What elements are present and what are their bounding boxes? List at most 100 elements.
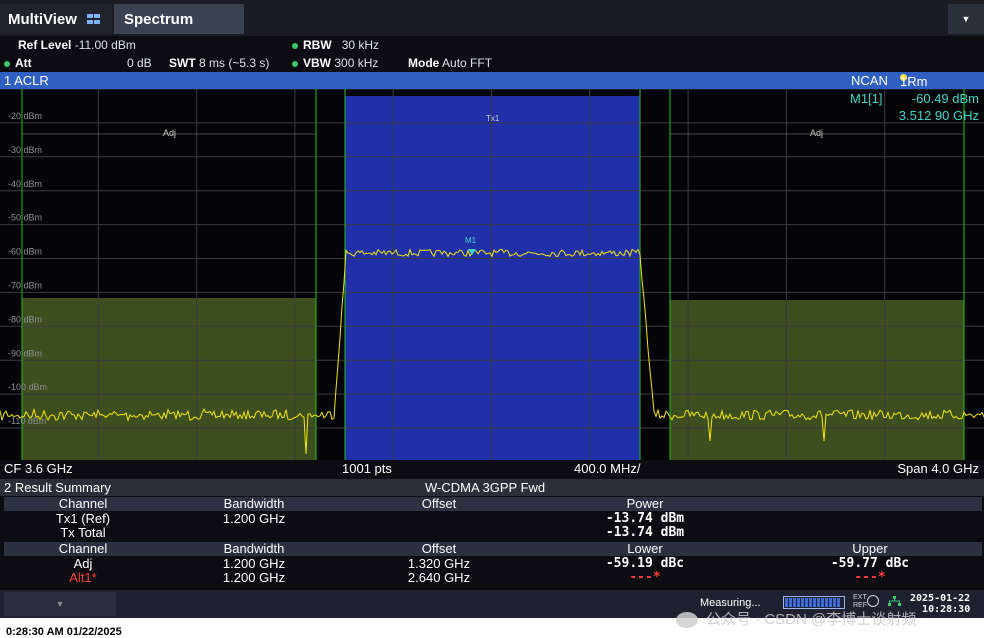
header-channel: Channel (58, 496, 108, 511)
row-tx1-bandwidth: 1.200 GHz (222, 511, 286, 526)
frequency-per-division: 400.0 MHz/ (574, 461, 641, 476)
swt-label: SWT (169, 56, 196, 70)
table-row: Alt1* 1.200 GHz 2.640 GHz ---* ---* (4, 571, 982, 585)
row-adj-offset: 1.320 GHz (407, 556, 471, 571)
marker-tag: M1 (465, 236, 477, 245)
header-bandwidth: Bandwidth (223, 496, 285, 511)
row-adj-upper: -59.77 dBc (830, 556, 910, 571)
marker-readout-label: M1[1] (850, 91, 883, 106)
watermark-logo-icon (676, 612, 698, 629)
adj-left-channel-label: Adj (163, 128, 176, 138)
swt[interactable]: SWT 8 ms (~5.3 s) (169, 56, 269, 70)
marker-readout-level: -60.49 dBm (912, 91, 979, 106)
ext-label: EXT (853, 594, 867, 601)
y-axis-label: -50 dBm (8, 213, 42, 223)
vbw-status-dot-icon (292, 60, 298, 67)
adj-right-channel-label: Adj (810, 128, 823, 138)
tx-channel-label: Tx1 (486, 114, 500, 123)
row-alt1-channel: Alt1* (69, 570, 97, 585)
table-row: Tx1 (Ref) 1.200 GHz -13.74 dBm (4, 512, 982, 526)
y-axis-label: -60 dBm (8, 247, 42, 257)
table-header-row: Channel Bandwidth Offset Power (4, 497, 982, 511)
ref-level[interactable]: Ref Level -11.00 dBm (18, 38, 136, 52)
table-row: Tx Total -13.74 dBm (4, 526, 982, 540)
spectrum-plot[interactable]: -20 dBm -30 dBm -40 dBm -50 dBm -60 dBm -70 d… (0, 89, 984, 460)
rbw-status-dot-icon (292, 42, 298, 49)
watermark-text: 公众号 · CSDN @李博士谈射频 (706, 611, 917, 628)
aclr-window-title[interactable]: 1 ACLR NCAN 1Rm Clrw (0, 72, 984, 104)
network-icon (888, 596, 901, 606)
att-status-dot-icon (4, 60, 10, 67)
y-axis-label: -40 dBm (8, 179, 42, 189)
header-offset: Offset (421, 496, 457, 511)
header2-channel: Channel (58, 541, 108, 556)
status-time: 10:28:30 (922, 604, 971, 615)
y-axis-label: -80 dBm (8, 314, 42, 324)
header2-lower: Lower (627, 541, 663, 556)
row-txtotal-channel: Tx Total (60, 525, 106, 540)
result-summary-title[interactable]: 2 Result Summary W-CDMA 3GPP Fwd (0, 479, 984, 496)
att-label: Att (15, 56, 32, 70)
ref-level-value: -11.00 dBm (74, 38, 136, 52)
tab-multiview-label: MultiView (8, 10, 77, 28)
rbw-label: RBW (303, 38, 332, 52)
att-value: 0 dB (127, 56, 152, 70)
row-alt1-bandwidth: 1.200 GHz (222, 570, 286, 585)
row-alt1-lower: ---* (629, 570, 661, 585)
rbw[interactable]: RBW 30 kHz (292, 38, 379, 52)
ncan-indicator: NCAN (851, 73, 888, 88)
swt-value: 8 ms (~5.3 s) (199, 56, 270, 70)
header2-offset: Offset (421, 541, 457, 556)
adj-left-fill (22, 298, 316, 460)
y-axis-label: -90 dBm (8, 348, 42, 358)
plot-background: -20 dBm -30 dBm -40 dBm -50 dBm -60 dBm -70 d… (0, 89, 984, 460)
ext-ref-clock-icon (867, 595, 879, 607)
tab-bar: MultiView Spectrum ▼ (0, 0, 984, 36)
vbw-label: VBW (303, 56, 331, 70)
y-axis-label: -20 dBm (8, 111, 42, 121)
table-row: Adj 1.200 GHz 1.320 GHz -59.19 dBc -59.7… (4, 557, 982, 571)
sweep-points: 1001 pts (342, 461, 392, 476)
row-adj-lower: -59.19 dBc (605, 556, 685, 571)
frequency-axis: CF 3.6 GHz 1001 pts 400.0 MHz/ Span 4.0 … (0, 460, 984, 476)
row-adj-channel: Adj (73, 556, 93, 571)
mode-value: Auto FFT (442, 56, 493, 70)
center-frequency[interactable]: CF 3.6 GHz (4, 461, 73, 476)
marker-readout-freq: 3.512 90 GHz (899, 108, 979, 123)
tx-channel-fill (345, 96, 640, 460)
row-alt1-offset: 2.640 GHz (407, 570, 471, 585)
y-axis-label: -30 dBm (8, 145, 42, 155)
rbw-value: 30 kHz (341, 38, 380, 52)
vbw[interactable]: VBW 300 kHz (292, 56, 378, 70)
date-time: 2025-01-22 10:28:30 (910, 593, 970, 615)
header2-upper: Upper (852, 541, 888, 556)
mode-label: Mode (408, 56, 440, 70)
dropdown-icon[interactable]: ▼ (948, 4, 984, 34)
header2-bandwidth: Bandwidth (223, 541, 285, 556)
tab-spectrum-label: Spectrum (124, 10, 194, 28)
tab-spectrum[interactable]: Spectrum (114, 4, 244, 34)
multiview-grid-icon (86, 14, 100, 24)
row-txtotal-power: -13.74 dBm (605, 525, 685, 540)
mode[interactable]: Mode Auto FFT (408, 56, 492, 70)
screenshot-timestamp: 0:28:30 AM 01/22/2025 (6, 626, 122, 638)
header-power: Power (626, 496, 664, 511)
softkey-expand-button[interactable]: ▼ (4, 592, 116, 616)
adj-right-fill (670, 300, 964, 460)
status-date: 2025-01-22 (910, 593, 971, 604)
aclr-title: 1 ACLR (4, 73, 49, 88)
parameter-panel: Ref Level -11.00 dBm Att 0 dB SWT 8 ms (… (0, 36, 984, 72)
row-adj-bandwidth: 1.200 GHz (222, 556, 286, 571)
watermark: 公众号 · CSDN @李博士谈射频 (676, 608, 916, 629)
y-axis-label: -100 dBm (8, 382, 47, 392)
att[interactable]: Att (4, 56, 32, 70)
summary-title-label: 2 Result Summary (4, 480, 111, 495)
vbw-value: 300 kHz (334, 56, 379, 70)
tab-multiview[interactable]: MultiView (0, 4, 112, 34)
row-alt1-upper: ---* (854, 570, 886, 585)
row-tx1-channel: Tx1 (Ref) (55, 511, 111, 526)
row-tx1-power: -13.74 dBm (605, 511, 685, 526)
ref-level-label: Ref Level (18, 38, 72, 52)
span[interactable]: Span 4.0 GHz (897, 461, 979, 476)
summary-standard: W-CDMA 3GPP Fwd (425, 480, 546, 495)
